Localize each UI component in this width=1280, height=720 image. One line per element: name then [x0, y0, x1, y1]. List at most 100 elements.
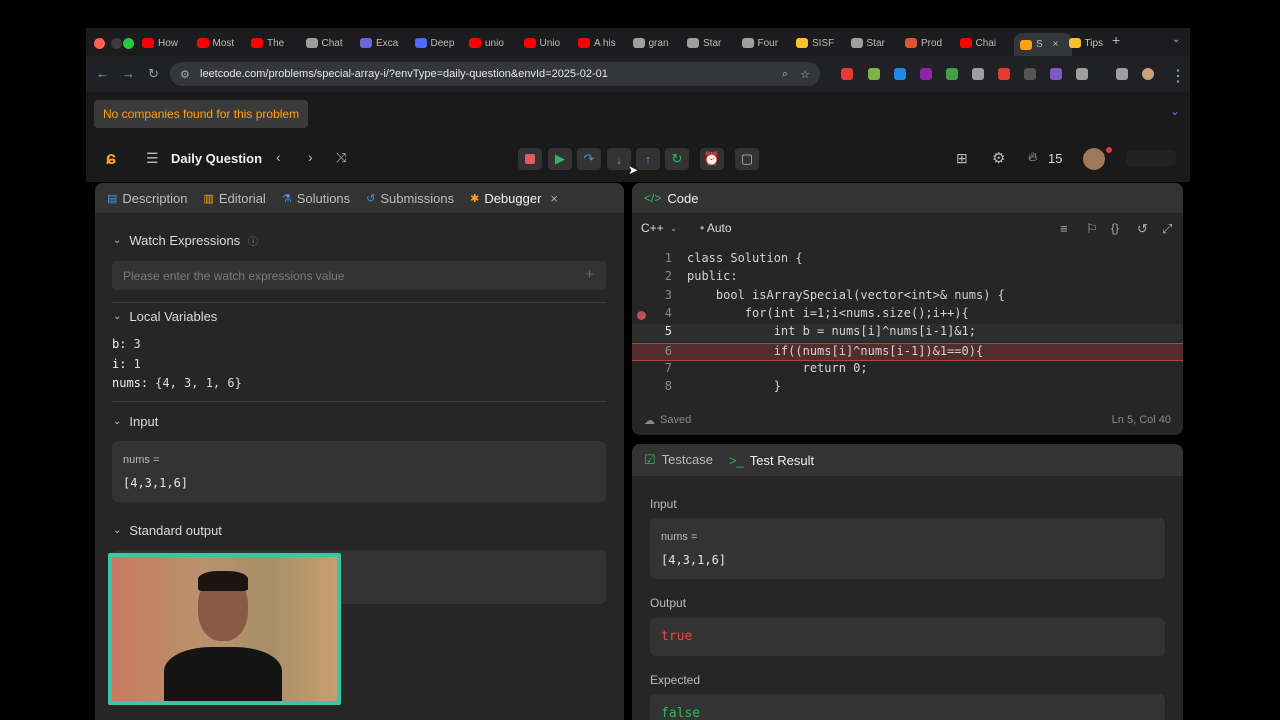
timer-button[interactable]: ⏰: [700, 148, 724, 170]
browser-tab[interactable]: S ×: [1014, 33, 1072, 56]
minimize-window-button[interactable]: [111, 38, 122, 49]
toolbar: ← → ↻ ⚙ leetcode.com/problems/special-ar…: [86, 60, 1190, 90]
add-expression-icon[interactable]: +: [585, 266, 594, 283]
tab-submissions[interactable]: ↺ Submissions: [366, 191, 454, 206]
input-section-header[interactable]: ⌄ Input: [113, 414, 158, 429]
next-question-icon[interactable]: ›: [308, 149, 313, 165]
code-line[interactable]: 8 }: [632, 379, 1183, 397]
language-value: C++: [641, 221, 664, 235]
input-param-name: nums =: [123, 454, 160, 466]
stop-debug-button[interactable]: [518, 148, 542, 170]
browser-tab[interactable]: Deep: [414, 33, 473, 53]
watch-expressions-header[interactable]: ⌄ Watch Expressions ⓘ: [113, 233, 258, 248]
browser-tab-label: gran: [648, 37, 669, 49]
code-editor[interactable]: 1 class Solution {2 public: 3 bool isArrayS…: [632, 251, 1183, 401]
zoom-icon[interactable]: ⌕: [782, 68, 788, 81]
restart-button[interactable]: ↻: [665, 148, 689, 170]
tab-test-result[interactable]: >_ Test Result: [729, 453, 814, 468]
browser-tab[interactable]: Four: [741, 33, 800, 53]
bookmark-icon[interactable]: ⚐: [1086, 221, 1098, 237]
new-tab-button[interactable]: +: [1112, 32, 1120, 48]
extension-icon[interactable]: [998, 68, 1010, 80]
extensions-puzzle-icon[interactable]: [1076, 68, 1088, 80]
browser-tab[interactable]: How: [142, 33, 200, 53]
browser-tab[interactable]: SISF: [796, 33, 854, 53]
browser-tab[interactable]: unio: [469, 33, 527, 53]
tab-description[interactable]: ▤ Description: [107, 191, 187, 206]
extension-icon[interactable]: [894, 68, 906, 80]
reset-icon[interactable]: ↺: [1137, 221, 1148, 237]
fullscreen-icon[interactable]: ⤢: [1162, 221, 1172, 237]
extension-icon[interactable]: [868, 68, 880, 80]
bookmark-star-icon[interactable]: ☆: [800, 68, 810, 81]
browser-tab[interactable]: A his: [578, 33, 636, 53]
layout-grid-icon[interactable]: ⊞: [956, 150, 968, 167]
browser-tab[interactable]: Unio: [523, 33, 582, 53]
step-over-button[interactable]: ↷: [577, 148, 601, 170]
tab-search-icon[interactable]: ⌄: [1172, 34, 1180, 45]
tab-solutions[interactable]: ⚗ Solutions: [282, 191, 350, 206]
tab-testcase[interactable]: ☑ Testcase: [644, 452, 713, 468]
extension-icon[interactable]: [1050, 68, 1062, 80]
extension-icon[interactable]: [946, 68, 958, 80]
reload-icon[interactable]: ↻: [148, 66, 159, 82]
profile-avatar[interactable]: [1142, 68, 1154, 80]
mode-indicator[interactable]: • Auto: [700, 221, 732, 235]
shuffle-icon[interactable]: ⤨: [336, 150, 346, 166]
code-line[interactable]: 1 class Solution {: [632, 251, 1183, 269]
leetcode-logo-icon[interactable]: ɕ: [106, 148, 116, 169]
standard-output-header[interactable]: ⌄ Standard output: [113, 523, 222, 538]
forward-icon[interactable]: →: [122, 66, 135, 81]
adblock-extension-icon[interactable]: [841, 68, 853, 80]
code-line[interactable]: 6 if((nums[i]^nums[i-1])&1==0){: [632, 342, 1183, 361]
browser-tab[interactable]: The: [251, 33, 309, 53]
braces-icon[interactable]: {}: [1111, 221, 1119, 235]
local-variables-header[interactable]: ⌄ Local Variables: [113, 309, 217, 324]
browser-tab[interactable]: Most: [196, 33, 255, 53]
premium-button[interactable]: [1126, 150, 1176, 166]
site-info-icon[interactable]: ⚙: [180, 68, 190, 81]
settings-gear-icon[interactable]: ⚙: [992, 149, 1005, 167]
close-window-button[interactable]: [94, 38, 105, 49]
browser-tab[interactable]: Star: [687, 33, 745, 53]
breakpoint-dot[interactable]: [637, 310, 646, 320]
browser-tab[interactable]: Star: [850, 33, 909, 53]
page-title[interactable]: Daily Question: [171, 151, 262, 166]
menu-dots-icon[interactable]: ⋮: [1170, 66, 1186, 86]
browser-tab[interactable]: Exca: [360, 33, 418, 53]
code-line[interactable]: 4 for(int i=1;i<nums.size();i++){: [632, 306, 1183, 324]
browser-tab[interactable]: gran: [632, 33, 691, 53]
extension-icon[interactable]: [972, 68, 984, 80]
extension-icon[interactable]: [920, 68, 932, 80]
browser-tab[interactable]: Prod: [905, 33, 963, 53]
language-select[interactable]: C++ ⌄: [641, 221, 677, 235]
chevron-down-icon[interactable]: ⌄: [1170, 104, 1180, 118]
streak-flame-icon[interactable]: 🔥︎: [1028, 149, 1038, 165]
prev-question-icon[interactable]: ‹: [276, 149, 281, 165]
format-icon[interactable]: ≡: [1060, 221, 1068, 236]
back-icon[interactable]: ←: [96, 66, 109, 81]
address-bar[interactable]: ⚙ leetcode.com/problems/special-array-i/…: [170, 62, 820, 86]
continue-button[interactable]: ▶: [548, 148, 572, 170]
continue-icon: ▶: [555, 151, 565, 166]
leetcode-header: ɕ ☰ Daily Question ‹ › ⤨ ▶ ↷ ↓ ↑ ↻ ⏰ ▢ ➤…: [86, 136, 1190, 182]
reading-list-icon[interactable]: [1116, 68, 1128, 80]
tab-editorial[interactable]: ▥ Editorial: [203, 191, 265, 206]
browser-tab[interactable]: Chat: [305, 33, 364, 53]
user-avatar[interactable]: [1083, 148, 1105, 170]
code-line[interactable]: 7 return 0;: [632, 361, 1183, 379]
step-out-button[interactable]: ↑: [636, 148, 660, 170]
notes-button[interactable]: ▢: [735, 148, 759, 170]
watch-expression-input[interactable]: Please enter the watch expressions value…: [112, 261, 606, 290]
code-line[interactable]: 5 int b = nums[i]^nums[i-1]&1;: [632, 324, 1183, 343]
code-line[interactable]: 2 public:: [632, 269, 1183, 287]
code-line[interactable]: 3 bool isArraySpecial(vector<int>& nums)…: [632, 288, 1183, 306]
close-tab-icon[interactable]: ×: [550, 191, 558, 206]
close-tab-icon[interactable]: ×: [1053, 39, 1059, 50]
extension-icon[interactable]: [1024, 68, 1036, 80]
list-icon[interactable]: ☰: [146, 150, 159, 167]
tab-debugger[interactable]: ✱ Debugger ×: [470, 191, 558, 206]
maximize-window-button[interactable]: [123, 38, 134, 49]
browser-tab[interactable]: Chai: [959, 33, 1018, 53]
variable-name: i:: [112, 356, 127, 371]
